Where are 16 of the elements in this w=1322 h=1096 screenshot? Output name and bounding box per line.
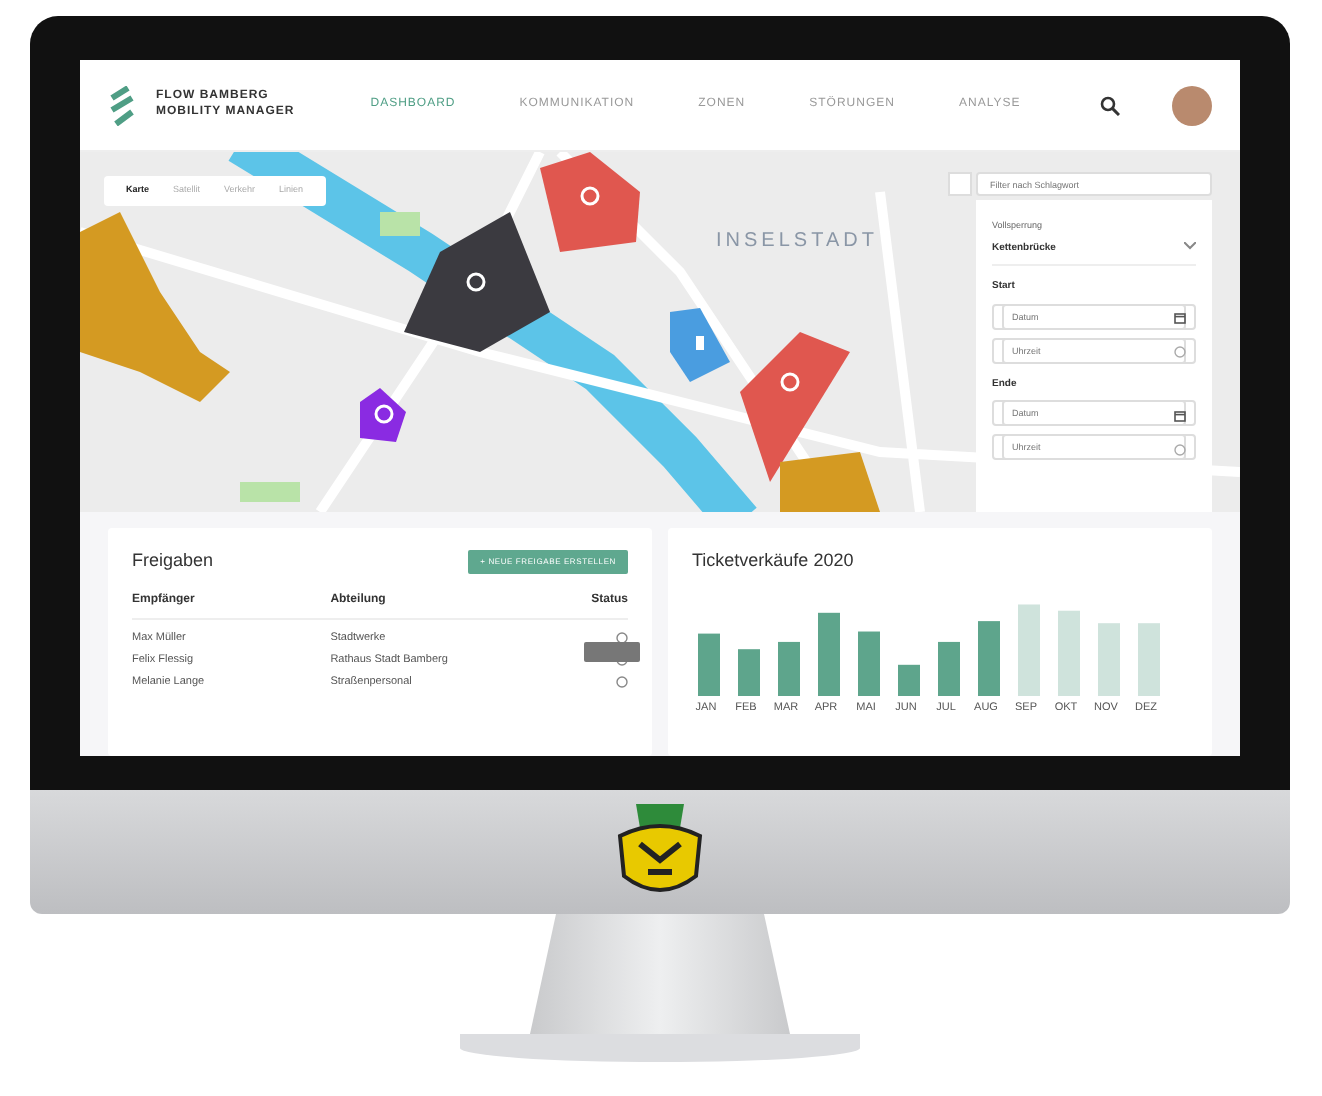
clock-icon[interactable] (1174, 443, 1186, 456)
logo-icon (108, 85, 136, 125)
search-icon[interactable] (1100, 95, 1120, 115)
tooltip (583, 642, 640, 662)
avatar[interactable] (1172, 85, 1212, 125)
card-title: Freigaben (132, 548, 214, 574)
area-zone[interactable] (80, 212, 230, 402)
restricted-zone[interactable] (404, 212, 550, 352)
card-title: Ticketverkäufe 2020 (692, 548, 856, 574)
calendar-icon[interactable] (1174, 409, 1186, 422)
district-label: INSELSTADT (716, 230, 878, 252)
calendar-icon[interactable] (1174, 312, 1186, 325)
clock-icon[interactable] (1174, 346, 1186, 359)
event-zone[interactable] (360, 388, 406, 442)
caret-icon[interactable] (1184, 241, 1196, 250)
parking-zone[interactable] (670, 308, 730, 382)
